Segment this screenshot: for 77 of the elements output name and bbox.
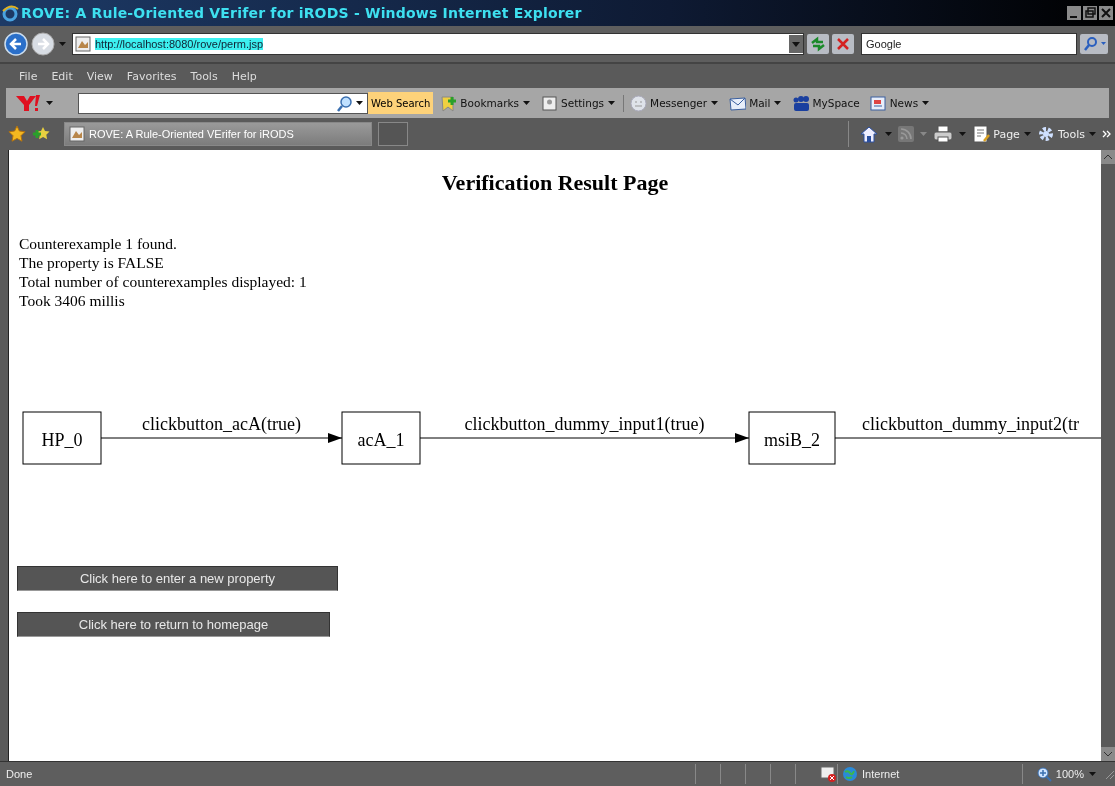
result-text: Counterexample 1 found. bbox=[19, 234, 178, 253]
caret-icon[interactable] bbox=[607, 99, 617, 107]
result-text: Total number of counterexamples displayed: 1 bbox=[19, 272, 308, 291]
command-button[interactable]: Tools bbox=[1036, 125, 1097, 143]
result-text: Took 3406 millis bbox=[19, 291, 126, 310]
toolbar-item[interactable]: Bookmarks bbox=[437, 94, 534, 112]
page-icon bbox=[69, 126, 85, 142]
new-tab-button[interactable] bbox=[378, 122, 408, 146]
toolbar-item[interactable]: Messenger bbox=[623, 94, 723, 112]
web-search-button[interactable]: Web Search bbox=[368, 92, 434, 114]
refresh-icon[interactable] bbox=[807, 34, 829, 54]
feed-icon[interactable] bbox=[898, 126, 915, 142]
state-node: HP_0 bbox=[22, 411, 102, 465]
menu-item[interactable]: Help bbox=[224, 69, 264, 83]
search-field[interactable]: Google bbox=[861, 33, 1077, 55]
settings-icon bbox=[541, 94, 558, 112]
messenger-icon bbox=[630, 94, 648, 112]
zoom-control[interactable]: 100% bbox=[1021, 764, 1103, 784]
mail-icon bbox=[729, 94, 747, 112]
caret-icon[interactable] bbox=[710, 99, 720, 107]
page-heading: Verification Result Page bbox=[440, 170, 670, 196]
page-button[interactable]: Click here to return to homepage bbox=[17, 612, 330, 637]
browser-logo-icon bbox=[2, 4, 19, 22]
status-text: Done bbox=[5, 768, 34, 780]
toolbar-item[interactable]: Mail bbox=[726, 94, 786, 112]
close-icon[interactable] bbox=[1099, 6, 1113, 20]
browser-tab[interactable]: ROVE: A Rule-Oriented VErifer for iRODS bbox=[64, 122, 372, 146]
chevron-icon[interactable] bbox=[1102, 130, 1111, 138]
search-icon[interactable] bbox=[337, 94, 354, 112]
scrollbar[interactable] bbox=[1101, 150, 1115, 761]
menu-item[interactable]: Tools bbox=[183, 69, 225, 83]
popup-blocked-icon bbox=[820, 765, 838, 783]
page-icon bbox=[972, 125, 991, 143]
security-zone: Internet bbox=[837, 764, 1022, 784]
caret-icon[interactable] bbox=[921, 99, 931, 107]
back-icon[interactable] bbox=[4, 32, 28, 56]
command-button[interactable]: Page bbox=[972, 125, 1032, 143]
forward-icon[interactable] bbox=[31, 32, 55, 56]
address-field[interactable]: http://localhost:8080/rove/perm.jsp bbox=[72, 33, 804, 55]
menu-item[interactable]: File bbox=[12, 69, 45, 83]
resize-grip-icon[interactable] bbox=[1103, 768, 1115, 780]
restore-icon[interactable] bbox=[1083, 6, 1097, 20]
favorites-star-icon[interactable] bbox=[8, 125, 26, 143]
gear-icon bbox=[1036, 125, 1055, 143]
search-field[interactable] bbox=[78, 92, 368, 114]
scroll-down-icon[interactable] bbox=[1101, 747, 1115, 761]
menu-item[interactable]: Edit bbox=[44, 69, 80, 83]
myspace-icon bbox=[792, 94, 810, 112]
edge-label: clickbutton_dummy_input1(true) bbox=[464, 414, 705, 434]
toolbar-item[interactable]: MySpace bbox=[789, 94, 863, 112]
minimize-icon[interactable] bbox=[1067, 6, 1081, 20]
page-button[interactable]: Click here to enter a new property bbox=[17, 566, 338, 591]
scroll-up-icon[interactable] bbox=[1101, 150, 1115, 164]
menu-item[interactable]: Favorites bbox=[119, 69, 184, 83]
home-icon[interactable] bbox=[859, 125, 880, 143]
caret-icon[interactable] bbox=[45, 99, 54, 107]
stop-icon[interactable] bbox=[832, 34, 854, 54]
dropdown-icon[interactable] bbox=[789, 35, 803, 53]
caret-icon[interactable] bbox=[522, 99, 531, 107]
edge-label: clickbutton_dummy_input2(tr bbox=[862, 414, 1079, 434]
news-icon bbox=[869, 94, 887, 112]
zoom-icon bbox=[1036, 766, 1052, 782]
edge-label: clickbutton_acA(true) bbox=[142, 414, 301, 434]
state-node: msiB_2 bbox=[748, 411, 836, 465]
toolbar-item[interactable]: News bbox=[866, 94, 934, 112]
print-icon[interactable] bbox=[933, 125, 954, 143]
globe-icon bbox=[842, 766, 859, 782]
toolbar-item[interactable]: Settings bbox=[538, 94, 620, 112]
search-icon[interactable] bbox=[1080, 34, 1108, 54]
page-icon bbox=[75, 36, 91, 52]
caret-icon[interactable] bbox=[355, 99, 364, 107]
window-title: ROVE: A Rule-Oriented VErifer for iRODS - Windows Internet Explorer bbox=[21, 5, 582, 21]
caret-icon[interactable] bbox=[773, 99, 783, 107]
state-node: acA_1 bbox=[341, 411, 421, 465]
result-text: The property is FALSE bbox=[19, 253, 165, 272]
menu-item[interactable]: View bbox=[79, 69, 120, 83]
bookmarks-icon bbox=[440, 94, 458, 112]
